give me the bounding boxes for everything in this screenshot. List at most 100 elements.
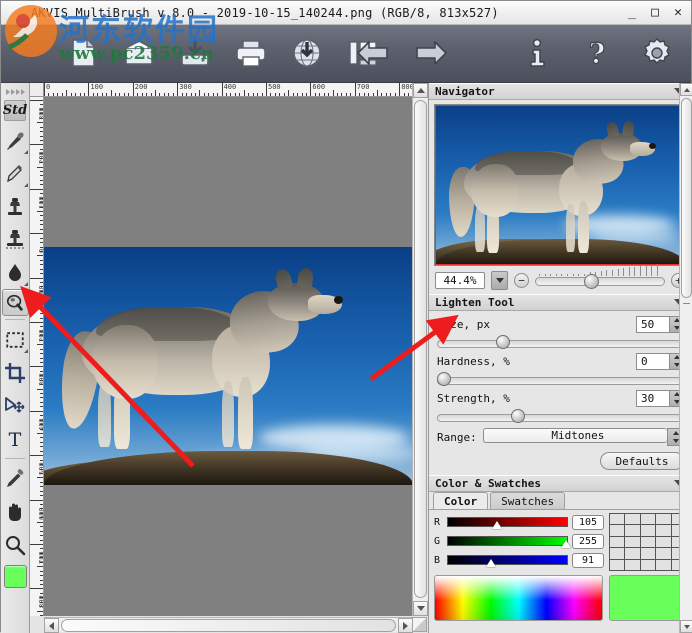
text-tool[interactable]: T (2, 422, 29, 455)
swatch-cell[interactable] (641, 548, 655, 558)
hardness-slider-knob[interactable] (437, 372, 451, 386)
blue-slider[interactable] (447, 554, 568, 567)
color-panel-header[interactable]: Color & Swatches (429, 475, 692, 492)
red-value[interactable]: 105 (572, 515, 604, 530)
panel-scroll-up[interactable] (680, 83, 692, 96)
navigator-preview[interactable] (434, 104, 687, 266)
redo-button[interactable] (409, 29, 453, 77)
scrollbar-resize-corner[interactable] (412, 617, 427, 632)
green-slider-knob[interactable] (561, 540, 571, 548)
crop-tool[interactable] (2, 356, 29, 389)
canvas-hscroll-thumb[interactable] (61, 619, 396, 632)
swatch-cell[interactable] (610, 560, 624, 570)
size-value[interactable]: 50 (636, 316, 669, 333)
zoom-tool[interactable] (2, 528, 29, 561)
swatch-cell[interactable] (610, 525, 624, 535)
hand-tool[interactable] (2, 495, 29, 528)
current-color-preview[interactable] (609, 575, 687, 621)
hardness-spinner[interactable]: 0 (636, 353, 684, 370)
panel-scroll-thumb[interactable] (681, 98, 692, 298)
swatch-cell[interactable] (656, 525, 670, 535)
new-file-button[interactable] (61, 29, 105, 77)
swatch-cell[interactable] (656, 560, 670, 570)
range-value[interactable]: Midtones (483, 428, 667, 443)
defaults-button[interactable]: Defaults (600, 452, 684, 470)
swatch-cell[interactable] (656, 548, 670, 558)
color-spectrum[interactable] (434, 575, 603, 621)
hardness-value[interactable]: 0 (636, 353, 669, 370)
swatch-cell[interactable] (610, 548, 624, 558)
tab-swatches[interactable]: Swatches (490, 492, 565, 509)
swatch-cell[interactable] (625, 514, 639, 524)
swatch-cell[interactable] (625, 537, 639, 547)
scroll-left-button[interactable] (44, 618, 59, 633)
size-spinner[interactable]: 50 (636, 316, 684, 333)
clone-stamp-tool[interactable] (2, 190, 29, 223)
navigator-panel-header[interactable]: Navigator (429, 83, 692, 100)
swatch-grid[interactable] (609, 513, 687, 571)
hardness-slider[interactable] (437, 372, 684, 386)
image-viewport[interactable] (44, 97, 413, 616)
eyedropper-tool[interactable] (2, 462, 29, 495)
canvas-vscroll-thumb[interactable] (414, 100, 427, 598)
open-file-button[interactable] (117, 29, 161, 77)
scroll-up-button[interactable] (413, 83, 428, 98)
zoom-slider-knob[interactable] (584, 274, 599, 289)
strength-value[interactable]: 30 (636, 390, 669, 407)
green-slider[interactable] (447, 535, 568, 548)
swatch-cell[interactable] (625, 548, 639, 558)
swatch-cell[interactable] (610, 537, 624, 547)
swatch-cell[interactable] (625, 560, 639, 570)
zoom-slider[interactable] (535, 272, 665, 288)
swatch-cell[interactable] (625, 525, 639, 535)
maximize-button[interactable]: □ (648, 4, 662, 20)
swatch-cell[interactable] (656, 537, 670, 547)
blur-tool[interactable] (2, 256, 29, 289)
stamp-line-tool[interactable] (2, 223, 29, 256)
zoom-out-button[interactable]: − (514, 273, 529, 288)
red-slider[interactable] (447, 516, 568, 529)
canvas-horizontal-scrollbar[interactable] (44, 617, 413, 632)
strength-spinner[interactable]: 30 (636, 390, 684, 407)
panel-scrollbar[interactable] (679, 83, 692, 633)
transform-tool[interactable] (2, 389, 29, 422)
minimize-button[interactable]: _ (625, 4, 639, 20)
swatch-cell[interactable] (610, 514, 624, 524)
chameleon-brush-tool[interactable] (2, 157, 29, 190)
brush-tool[interactable] (2, 124, 29, 157)
swatch-cell[interactable] (641, 560, 655, 570)
zoom-value-field[interactable]: 44.4% (435, 272, 485, 289)
document-image[interactable] (44, 247, 413, 485)
blue-value[interactable]: 91 (572, 553, 604, 568)
tab-color[interactable]: Color (433, 492, 488, 509)
close-button[interactable]: ✕ (671, 4, 685, 20)
strength-slider-knob[interactable] (511, 409, 525, 423)
swatch-cell[interactable] (656, 514, 670, 524)
lighten-tool[interactable] (2, 289, 29, 316)
swatch-cell[interactable] (641, 514, 655, 524)
preferences-button[interactable] (635, 29, 679, 77)
palette-expand-arrows[interactable] (1, 83, 29, 99)
swatch-cell[interactable] (641, 537, 655, 547)
red-slider-knob[interactable] (492, 521, 502, 529)
print-button[interactable] (229, 29, 273, 77)
scroll-right-button[interactable] (398, 618, 413, 633)
canvas-vertical-scrollbar[interactable] (412, 83, 427, 616)
info-button[interactable] (515, 29, 559, 77)
scroll-down-button[interactable] (413, 601, 428, 616)
green-value[interactable]: 255 (572, 534, 604, 549)
swatch-cell[interactable] (641, 525, 655, 535)
range-select[interactable]: Midtones (483, 428, 684, 446)
panel-scroll-down[interactable] (680, 620, 692, 633)
selection-tool[interactable] (2, 323, 29, 356)
save-file-button[interactable] (173, 29, 217, 77)
std-mode-button[interactable]: Std (4, 100, 26, 121)
lighten-panel-header[interactable]: Lighten Tool (429, 294, 692, 311)
strength-slider[interactable] (437, 409, 684, 423)
zoom-dropdown-button[interactable] (491, 271, 508, 290)
foreground-color-swatch[interactable] (4, 565, 27, 588)
publish-button[interactable] (285, 29, 329, 77)
blue-slider-knob[interactable] (486, 559, 496, 567)
help-button[interactable]: ? (575, 29, 619, 77)
undo-button[interactable] (351, 29, 395, 77)
